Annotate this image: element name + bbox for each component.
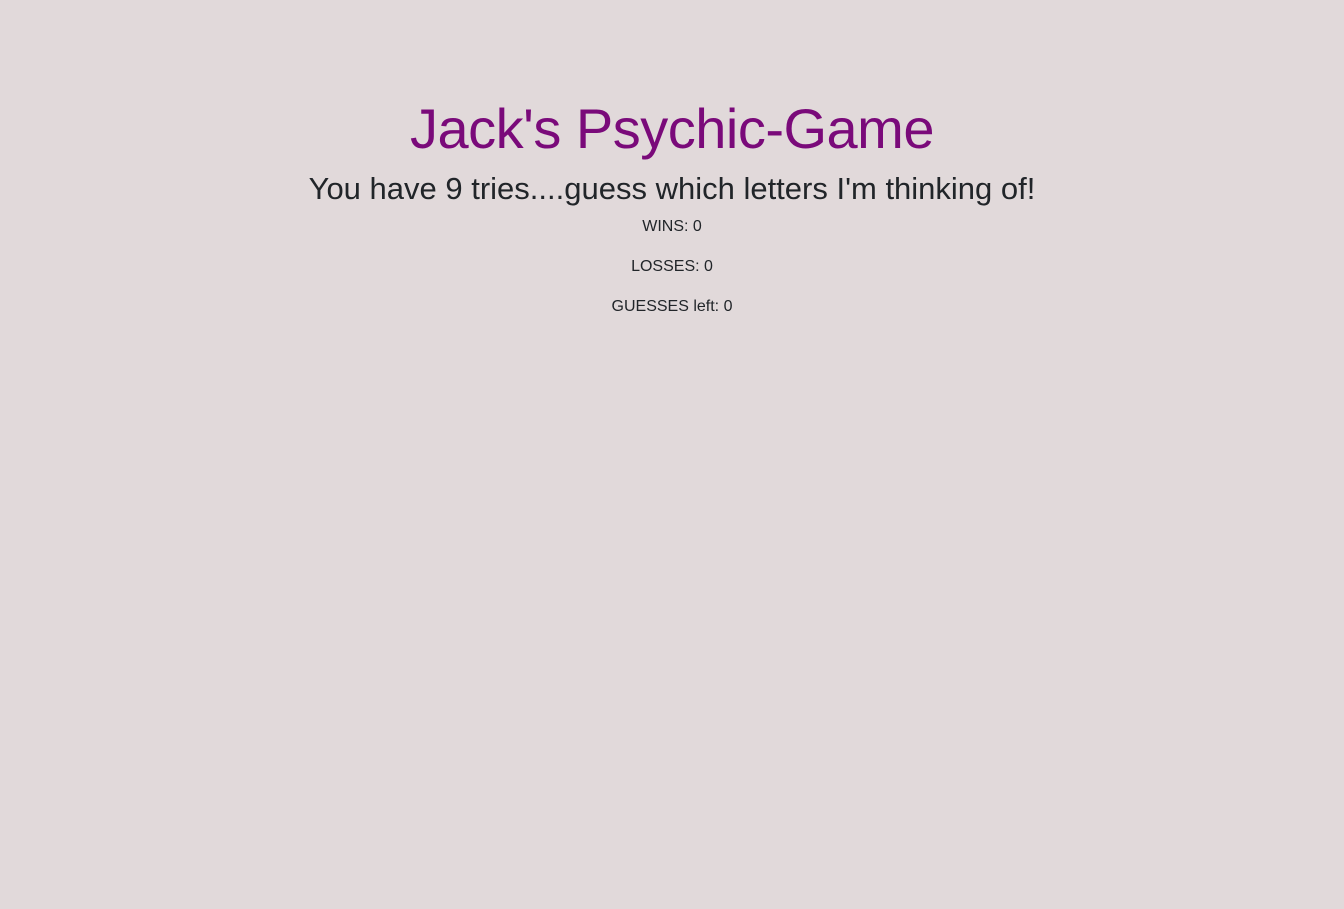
guesses-left-counter: GUESSES left: 0 bbox=[611, 298, 733, 315]
losses-counter: LOSSES: 0 bbox=[631, 258, 713, 275]
page-title: Jack's Psychic-Game bbox=[410, 97, 934, 160]
game-page: Jack's Psychic-Game You have 9 tries....… bbox=[0, 0, 1344, 909]
wins-counter: WINS: 0 bbox=[642, 218, 702, 235]
game-instructions: You have 9 tries....guess which letters … bbox=[308, 171, 1036, 206]
